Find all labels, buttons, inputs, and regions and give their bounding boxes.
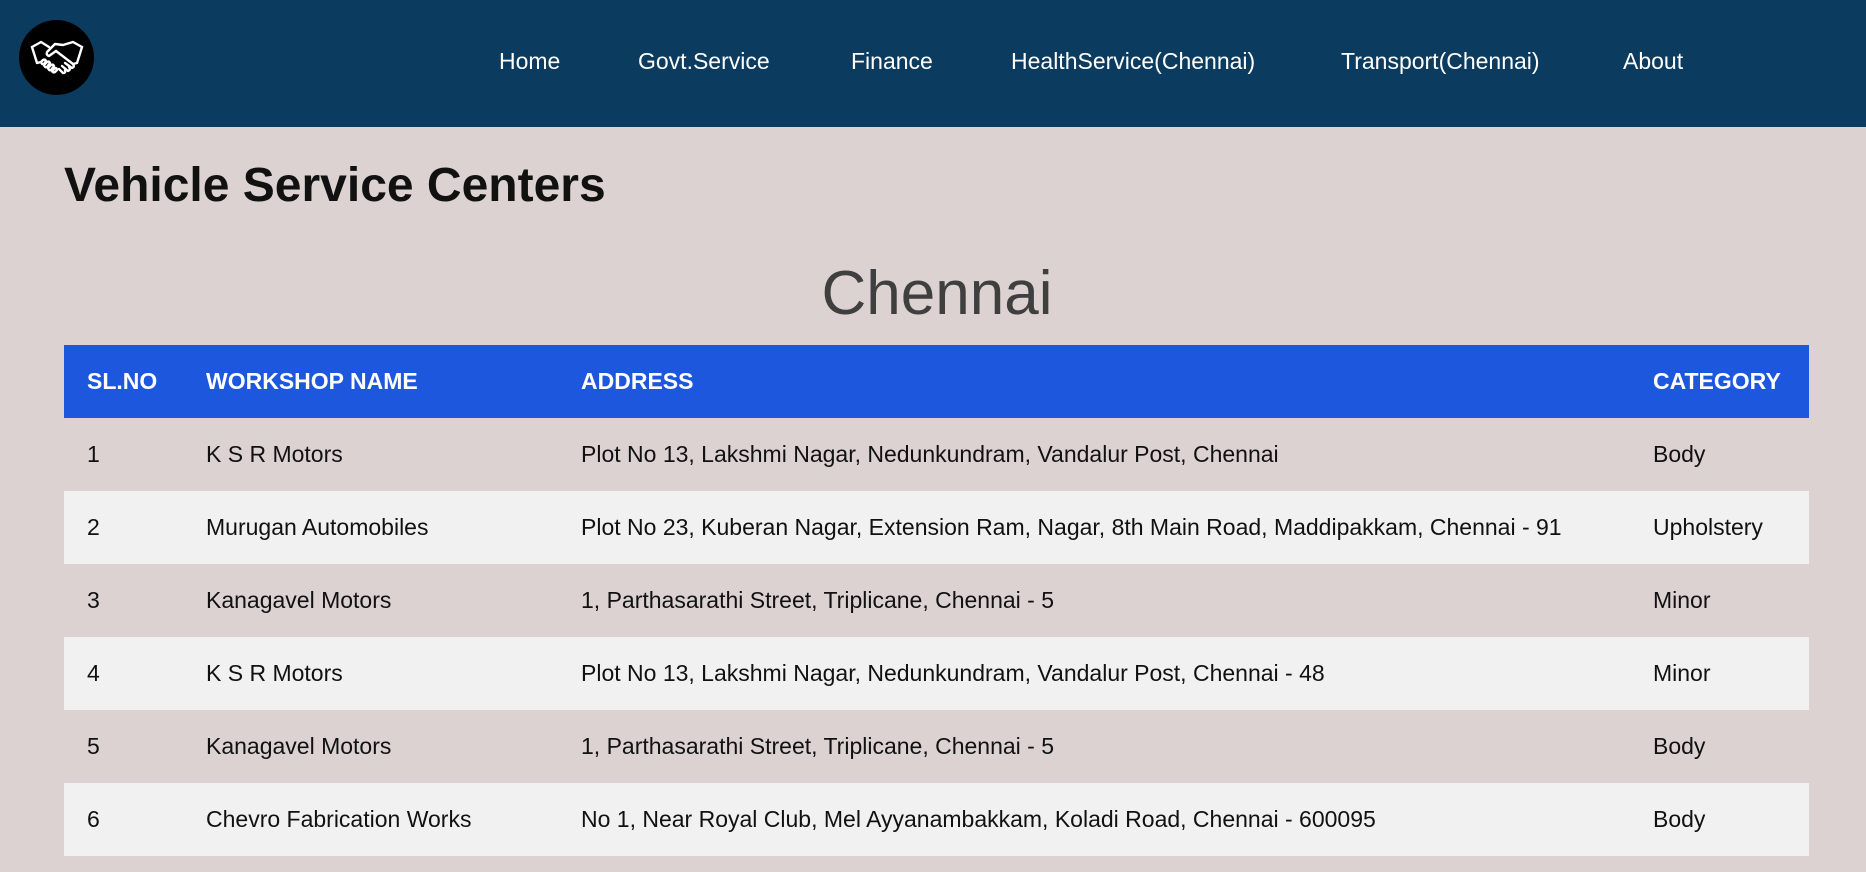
header-workshop-name: WORKSHOP NAME <box>206 368 418 394</box>
cell-address: No 1, Near Royal Club, Mel Ayyanambakkam… <box>581 806 1376 832</box>
cell-sl-no: 2 <box>87 514 100 540</box>
cell-address: 1, Parthasarathi Street, Triplicane, Che… <box>581 587 1055 613</box>
cell-address: Plot No 13, Lakshmi Nagar, Nedunkundram,… <box>581 660 1325 686</box>
header-sl-no: SL.NO <box>87 368 158 394</box>
cell-workshop-name: K S R Motors <box>206 441 343 467</box>
top-navbar: Home Govt.Service Finance HealthService(… <box>0 0 1866 127</box>
cell-sl-no: 4 <box>87 660 100 686</box>
cell-category: Upholstery <box>1653 514 1763 540</box>
nav-link-home[interactable]: Home <box>499 47 560 75</box>
header-category: CATEGORY <box>1653 368 1781 394</box>
cell-workshop-name: Chevro Fabrication Works <box>206 806 472 832</box>
cell-category: Body <box>1653 733 1706 759</box>
nav-link-health-service[interactable]: HealthService(Chennai) <box>1011 47 1255 75</box>
cell-workshop-name: Murugan Automobiles <box>206 514 429 540</box>
cell-workshop-name: K S R Motors <box>206 660 343 686</box>
service-centers-table: SL.NO WORKSHOP NAME ADDRESS CATEGORY 1 K… <box>64 345 1809 856</box>
cell-category: Minor <box>1653 660 1711 686</box>
nav-link-finance[interactable]: Finance <box>851 47 933 75</box>
page-title: Vehicle Service Centers <box>64 159 606 212</box>
cell-address: Plot No 13, Lakshmi Nagar, Nedunkundram,… <box>581 441 1279 467</box>
cell-category: Minor <box>1653 587 1711 613</box>
cell-address: 1, Parthasarathi Street, Triplicane, Che… <box>581 733 1055 759</box>
cell-category: Body <box>1653 806 1706 832</box>
cell-workshop-name: Kanagavel Motors <box>206 587 392 613</box>
cell-workshop-name: Kanagavel Motors <box>206 733 392 759</box>
table-row: 5 Kanagavel Motors 1, Parthasarathi Stre… <box>64 710 1809 783</box>
cell-sl-no: 5 <box>87 733 100 759</box>
nav-links: Home Govt.Service Finance HealthService(… <box>0 0 1866 123</box>
city-heading: Chennai <box>821 259 1053 328</box>
nav-link-govt-service[interactable]: Govt.Service <box>638 47 770 75</box>
header-address: ADDRESS <box>581 368 694 394</box>
cell-sl-no: 1 <box>87 441 100 467</box>
nav-link-about[interactable]: About <box>1623 47 1683 75</box>
table-header-row: SL.NO WORKSHOP NAME ADDRESS CATEGORY <box>64 345 1809 418</box>
table-row: 1 K S R Motors Plot No 13, Lakshmi Nagar… <box>64 418 1809 491</box>
cell-category: Body <box>1653 441 1706 467</box>
table-row: 2 Murugan Automobiles Plot No 23, Kubera… <box>64 491 1809 564</box>
nav-link-transport[interactable]: Transport(Chennai) <box>1341 47 1540 75</box>
table-row: 4 K S R Motors Plot No 13, Lakshmi Nagar… <box>64 637 1809 710</box>
cell-address: Plot No 23, Kuberan Nagar, Extension Ram… <box>581 514 1562 540</box>
cell-sl-no: 3 <box>87 587 100 613</box>
table-row: 3 Kanagavel Motors 1, Parthasarathi Stre… <box>64 564 1809 637</box>
cell-sl-no: 6 <box>87 806 100 832</box>
table-row: 6 Chevro Fabrication Works No 1, Near Ro… <box>64 783 1809 856</box>
